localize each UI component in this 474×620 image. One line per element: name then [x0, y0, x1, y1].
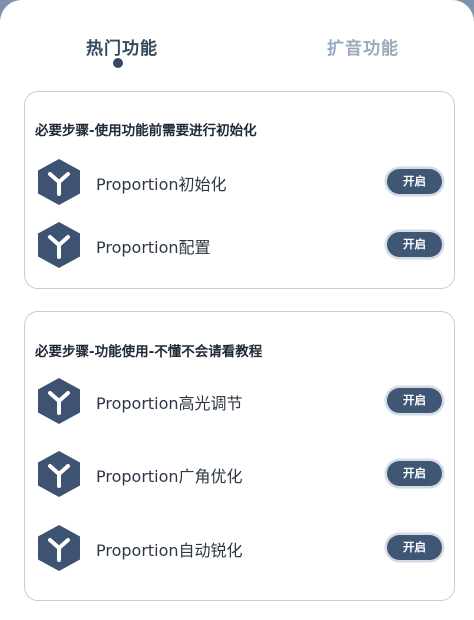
hexagon-y-icon [38, 159, 80, 205]
section-title: 必要步骤-功能使用-不懂不会请看教程 [35, 344, 263, 360]
section-initialization: 必要步骤-使用功能前需要进行初始化 Proportion初始化 开启 Propo… [24, 91, 455, 289]
bottom-sheet: 热门功能 扩音功能 必要步骤-使用功能前需要进行初始化 Proportion初始… [0, 0, 474, 620]
feature-label: Proportion广角优化 [96, 467, 243, 486]
feature-label: Proportion自动锐化 [96, 541, 243, 560]
hexagon-y-icon [38, 451, 80, 497]
hexagon-y-icon [38, 525, 80, 571]
open-button-init[interactable]: 开启 [387, 169, 442, 194]
feature-row-sharpen: Proportion自动锐化 开启 [25, 523, 454, 573]
feature-label: Proportion高光调节 [96, 394, 243, 413]
active-tab-indicator [113, 58, 123, 68]
feature-row-init: Proportion初始化 开启 [25, 157, 454, 207]
hexagon-y-icon [38, 378, 80, 424]
open-button-sharpen[interactable]: 开启 [387, 535, 442, 560]
tab-hot-features[interactable]: 热门功能 [86, 34, 158, 59]
feature-row-highlight: Proportion高光调节 开启 [25, 376, 454, 426]
hexagon-y-icon [38, 222, 80, 268]
feature-label: Proportion配置 [96, 238, 211, 257]
open-button-wide-angle[interactable]: 开启 [387, 461, 442, 486]
feature-label: Proportion初始化 [96, 175, 227, 194]
open-button-highlight[interactable]: 开启 [387, 388, 442, 413]
tab-amplify-features[interactable]: 扩音功能 [327, 34, 399, 59]
section-feature-usage: 必要步骤-功能使用-不懂不会请看教程 Proportion高光调节 开启 Pro… [24, 311, 455, 601]
feature-row-config: Proportion配置 开启 [25, 220, 454, 270]
section-title: 必要步骤-使用功能前需要进行初始化 [35, 123, 257, 139]
tab-bar: 热门功能 扩音功能 [0, 0, 474, 80]
feature-row-wide-angle: Proportion广角优化 开启 [25, 449, 454, 499]
open-button-config[interactable]: 开启 [387, 232, 442, 257]
